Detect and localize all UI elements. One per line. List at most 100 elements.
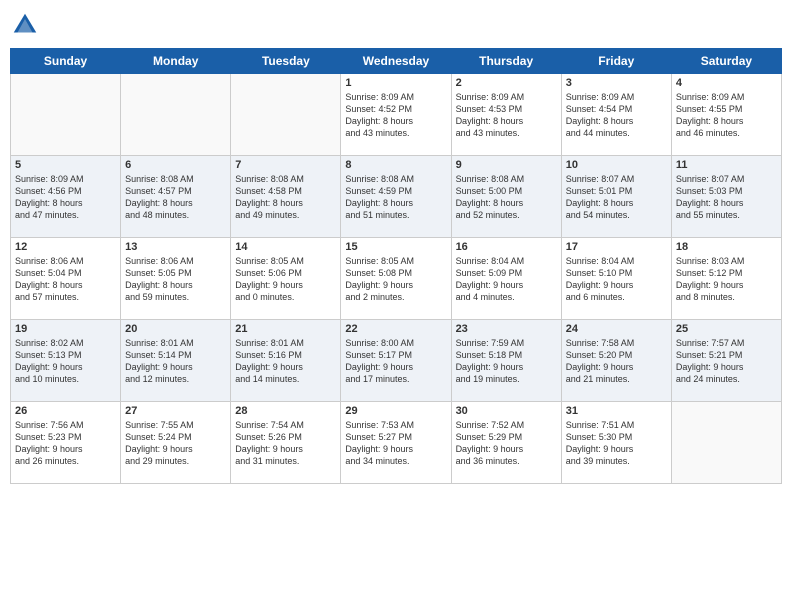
calendar-cell: 7 Sunrise: 8:08 AM Sunset: 4:58 PM Daylig… bbox=[231, 156, 341, 238]
day-number: 23 bbox=[456, 323, 557, 335]
day-info: Sunrise: 7:56 AM Sunset: 5:23 PM Dayligh… bbox=[15, 419, 116, 468]
calendar-cell: 23 Sunrise: 7:59 AM Sunset: 5:18 PM Dayli… bbox=[451, 320, 561, 402]
day-info: Sunrise: 8:08 AM Sunset: 4:57 PM Dayligh… bbox=[125, 173, 226, 222]
day-info: Sunrise: 8:09 AM Sunset: 4:55 PM Dayligh… bbox=[676, 91, 777, 140]
day-info: Sunrise: 8:09 AM Sunset: 4:52 PM Dayligh… bbox=[345, 91, 446, 140]
day-number: 7 bbox=[235, 159, 336, 171]
calendar-cell: 3 Sunrise: 8:09 AM Sunset: 4:54 PM Daylig… bbox=[561, 74, 671, 156]
day-info: Sunrise: 7:53 AM Sunset: 5:27 PM Dayligh… bbox=[345, 419, 446, 468]
day-number: 18 bbox=[676, 241, 777, 253]
day-info: Sunrise: 7:51 AM Sunset: 5:30 PM Dayligh… bbox=[566, 419, 667, 468]
calendar-cell: 24 Sunrise: 7:58 AM Sunset: 5:20 PM Dayli… bbox=[561, 320, 671, 402]
day-number: 11 bbox=[676, 159, 777, 171]
day-header-tuesday: Tuesday bbox=[231, 49, 341, 74]
week-row-4: 19Sunrise: 8:02 AM Sunset: 5:13 PM Dayli… bbox=[11, 320, 782, 402]
calendar-cell: 16 Sunrise: 8:04 AM Sunset: 5:09 PM Dayli… bbox=[451, 238, 561, 320]
header bbox=[10, 10, 782, 40]
day-header-wednesday: Wednesday bbox=[341, 49, 451, 74]
day-number: 25 bbox=[676, 323, 777, 335]
calendar-cell bbox=[231, 74, 341, 156]
day-number: 16 bbox=[456, 241, 557, 253]
day-number: 28 bbox=[235, 405, 336, 417]
day-number: 2 bbox=[456, 77, 557, 89]
day-info: Sunrise: 8:05 AM Sunset: 5:08 PM Dayligh… bbox=[345, 255, 446, 304]
calendar-cell: 1 Sunrise: 8:09 AM Sunset: 4:52 PM Daylig… bbox=[341, 74, 451, 156]
week-row-3: 12 Sunrise: 8:06 AM Sunset: 5:04 PM Dayli… bbox=[11, 238, 782, 320]
day-info: Sunrise: 8:07 AM Sunset: 5:01 PM Dayligh… bbox=[566, 173, 667, 222]
day-info: Sunrise: 8:05 AM Sunset: 5:06 PM Dayligh… bbox=[235, 255, 336, 304]
calendar-cell: 25 Sunrise: 7:57 AM Sunset: 5:21 PM Dayli… bbox=[671, 320, 781, 402]
calendar-cell: 18 Sunrise: 8:03 AM Sunset: 5:12 PM Dayli… bbox=[671, 238, 781, 320]
calendar-cell: 12 Sunrise: 8:06 AM Sunset: 5:04 PM Dayli… bbox=[11, 238, 121, 320]
day-info: Sunrise: 7:54 AM Sunset: 5:26 PM Dayligh… bbox=[235, 419, 336, 468]
day-number: 30 bbox=[456, 405, 557, 417]
day-info: Sunrise: 8:06 AM Sunset: 5:04 PM Dayligh… bbox=[15, 255, 116, 304]
calendar-cell bbox=[671, 402, 781, 484]
day-number: 17 bbox=[566, 241, 667, 253]
day-info: Sunrise: 8:09 AM Sunset: 4:56 PM Dayligh… bbox=[15, 173, 116, 222]
day-number: 15 bbox=[345, 241, 446, 253]
day-number: 6 bbox=[125, 159, 226, 171]
day-number: 9 bbox=[456, 159, 557, 171]
week-row-1: 1 Sunrise: 8:09 AM Sunset: 4:52 PM Daylig… bbox=[11, 74, 782, 156]
day-info: Sunrise: 8:08 AM Sunset: 4:59 PM Dayligh… bbox=[345, 173, 446, 222]
day-number: 13 bbox=[125, 241, 226, 253]
day-header-thursday: Thursday bbox=[451, 49, 561, 74]
calendar-cell: 21Sunrise: 8:01 AM Sunset: 5:16 PM Dayli… bbox=[231, 320, 341, 402]
days-header-row: SundayMondayTuesdayWednesdayThursdayFrid… bbox=[11, 49, 782, 74]
day-info: Sunrise: 8:00 AM Sunset: 5:17 PM Dayligh… bbox=[345, 337, 446, 386]
calendar: SundayMondayTuesdayWednesdayThursdayFrid… bbox=[10, 48, 782, 484]
calendar-cell: 9 Sunrise: 8:08 AM Sunset: 5:00 PM Daylig… bbox=[451, 156, 561, 238]
calendar-cell bbox=[11, 74, 121, 156]
day-number: 8 bbox=[345, 159, 446, 171]
calendar-cell: 2 Sunrise: 8:09 AM Sunset: 4:53 PM Daylig… bbox=[451, 74, 561, 156]
day-number: 14 bbox=[235, 241, 336, 253]
day-number: 3 bbox=[566, 77, 667, 89]
day-info: Sunrise: 8:08 AM Sunset: 5:00 PM Dayligh… bbox=[456, 173, 557, 222]
day-info: Sunrise: 8:07 AM Sunset: 5:03 PM Dayligh… bbox=[676, 173, 777, 222]
calendar-cell: 19Sunrise: 8:02 AM Sunset: 5:13 PM Dayli… bbox=[11, 320, 121, 402]
day-number: 22 bbox=[345, 323, 446, 335]
day-number: 12 bbox=[15, 241, 116, 253]
day-number: 31 bbox=[566, 405, 667, 417]
day-info: Sunrise: 8:03 AM Sunset: 5:12 PM Dayligh… bbox=[676, 255, 777, 304]
day-header-sunday: Sunday bbox=[11, 49, 121, 74]
day-info: Sunrise: 7:52 AM Sunset: 5:29 PM Dayligh… bbox=[456, 419, 557, 468]
day-info: Sunrise: 8:04 AM Sunset: 5:09 PM Dayligh… bbox=[456, 255, 557, 304]
day-number: 5 bbox=[15, 159, 116, 171]
logo-icon bbox=[10, 10, 40, 40]
day-header-monday: Monday bbox=[121, 49, 231, 74]
day-number: 19 bbox=[15, 323, 116, 335]
calendar-cell: 10Sunrise: 8:07 AM Sunset: 5:01 PM Dayli… bbox=[561, 156, 671, 238]
calendar-cell: 11 Sunrise: 8:07 AM Sunset: 5:03 PM Dayli… bbox=[671, 156, 781, 238]
day-info: Sunrise: 7:55 AM Sunset: 5:24 PM Dayligh… bbox=[125, 419, 226, 468]
day-number: 4 bbox=[676, 77, 777, 89]
day-info: Sunrise: 8:09 AM Sunset: 4:54 PM Dayligh… bbox=[566, 91, 667, 140]
calendar-cell: 4 Sunrise: 8:09 AM Sunset: 4:55 PM Daylig… bbox=[671, 74, 781, 156]
calendar-cell: 30 Sunrise: 7:52 AM Sunset: 5:29 PM Dayli… bbox=[451, 402, 561, 484]
page: SundayMondayTuesdayWednesdayThursdayFrid… bbox=[0, 0, 792, 612]
calendar-cell: 31 Sunrise: 7:51 AM Sunset: 5:30 PM Dayli… bbox=[561, 402, 671, 484]
day-number: 26 bbox=[15, 405, 116, 417]
day-info: Sunrise: 8:04 AM Sunset: 5:10 PM Dayligh… bbox=[566, 255, 667, 304]
day-info: Sunrise: 7:58 AM Sunset: 5:20 PM Dayligh… bbox=[566, 337, 667, 386]
logo bbox=[10, 10, 44, 40]
calendar-cell: 8 Sunrise: 8:08 AM Sunset: 4:59 PM Daylig… bbox=[341, 156, 451, 238]
day-info: Sunrise: 7:57 AM Sunset: 5:21 PM Dayligh… bbox=[676, 337, 777, 386]
week-row-5: 26 Sunrise: 7:56 AM Sunset: 5:23 PM Dayli… bbox=[11, 402, 782, 484]
day-info: Sunrise: 7:59 AM Sunset: 5:18 PM Dayligh… bbox=[456, 337, 557, 386]
day-header-friday: Friday bbox=[561, 49, 671, 74]
day-number: 1 bbox=[345, 77, 446, 89]
day-info: Sunrise: 8:08 AM Sunset: 4:58 PM Dayligh… bbox=[235, 173, 336, 222]
calendar-cell: 17 Sunrise: 8:04 AM Sunset: 5:10 PM Dayli… bbox=[561, 238, 671, 320]
calendar-cell: 13Sunrise: 8:06 AM Sunset: 5:05 PM Dayli… bbox=[121, 238, 231, 320]
calendar-cell: 28 Sunrise: 7:54 AM Sunset: 5:26 PM Dayli… bbox=[231, 402, 341, 484]
calendar-cell: 6 Sunrise: 8:08 AM Sunset: 4:57 PM Daylig… bbox=[121, 156, 231, 238]
day-number: 24 bbox=[566, 323, 667, 335]
calendar-cell: 29Sunrise: 7:53 AM Sunset: 5:27 PM Dayli… bbox=[341, 402, 451, 484]
day-info: Sunrise: 8:09 AM Sunset: 4:53 PM Dayligh… bbox=[456, 91, 557, 140]
calendar-cell bbox=[121, 74, 231, 156]
week-row-2: 5 Sunrise: 8:09 AM Sunset: 4:56 PM Daylig… bbox=[11, 156, 782, 238]
day-number: 27 bbox=[125, 405, 226, 417]
day-number: 20 bbox=[125, 323, 226, 335]
